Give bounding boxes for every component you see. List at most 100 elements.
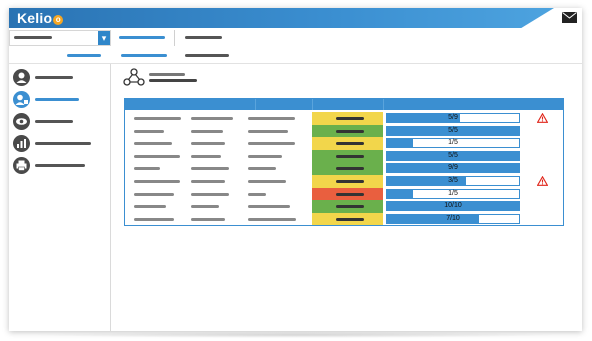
table-row[interactable]: 5/5 [125, 149, 563, 163]
table-row[interactable]: 9/9 [125, 162, 563, 175]
progress-bar: 1/5 [386, 138, 520, 149]
tab-primary[interactable] [185, 31, 230, 45]
status-badge [312, 137, 383, 150]
sidebar-item-team[interactable] [13, 69, 107, 87]
table-row[interactable]: 5/9 [125, 112, 563, 125]
tab-label [185, 36, 222, 39]
app-logo[interactable]: Kelio o [17, 10, 64, 26]
envelope-icon[interactable] [562, 12, 577, 23]
subtab[interactable] [185, 49, 230, 63]
table-cell [248, 167, 276, 171]
sidebar-item-label [35, 120, 73, 123]
warning-icon[interactable] [537, 176, 548, 186]
table-row[interactable]: 5/5 [125, 124, 563, 138]
status-label [336, 117, 364, 120]
table-cell [191, 205, 219, 209]
status-label [336, 180, 364, 183]
progress-label: 3/5 [448, 177, 458, 184]
sidebar-item-view[interactable] [13, 113, 107, 131]
status-badge [312, 175, 383, 188]
sidebar-item-label [35, 142, 91, 145]
table-cell [248, 217, 296, 221]
table-cell [134, 129, 164, 133]
table-cell [134, 167, 160, 171]
sidebar-item-reports[interactable] [13, 135, 107, 153]
progress-bar: 5/9 [386, 113, 520, 123]
table-cell [191, 142, 225, 146]
table-cell [134, 217, 174, 221]
status-label [336, 154, 364, 158]
status-badge [312, 187, 383, 201]
chevron-down-icon[interactable]: ▾ [98, 31, 110, 45]
subtab-label [121, 54, 167, 57]
context-select[interactable]: ▾ [9, 30, 111, 46]
progress-bar: 10/10 [386, 201, 520, 212]
sub-navigation-bar [9, 48, 582, 64]
progress-bar: 9/9 [386, 163, 520, 174]
select-value [14, 36, 52, 39]
subtab-selected[interactable] [121, 49, 171, 63]
status-label [336, 167, 364, 171]
subtab-label [185, 54, 229, 57]
chart-icon [13, 135, 30, 152]
table-row[interactable]: 3/5 [125, 175, 563, 188]
printer-icon [13, 157, 30, 174]
progress-bar: 3/5 [386, 176, 520, 186]
table-row[interactable]: 1/5 [125, 137, 563, 150]
table-cell [134, 154, 180, 158]
table-cell [191, 117, 233, 120]
progress-label: 1/5 [448, 189, 458, 197]
table-cell [248, 180, 286, 183]
sidebar-item-profile[interactable] [13, 91, 107, 109]
sidebar-item-label [35, 76, 73, 79]
status-badge [312, 112, 383, 125]
column-divider [383, 99, 384, 110]
table-cell [248, 192, 266, 196]
status-badge [312, 149, 383, 163]
subtab-label [67, 54, 101, 57]
table-cell [191, 154, 221, 158]
table-row[interactable]: 1/5 [125, 187, 563, 201]
main-content: 5/9 5/5 1/5 5/5 9/9 3/5 1/5 10/10 7/10 [111, 64, 582, 331]
progress-bar: 7/10 [386, 213, 520, 224]
progress-label: 5/9 [448, 114, 458, 121]
progress-label: 10/10 [444, 202, 462, 210]
table-row[interactable]: 10/10 [125, 200, 563, 213]
network-icon [123, 68, 145, 86]
table-row[interactable]: 7/10 [125, 212, 563, 226]
table-cell [134, 180, 180, 183]
user-badge-icon [13, 91, 30, 108]
progress-label: 9/9 [448, 164, 458, 172]
subtab-active[interactable] [67, 49, 107, 63]
brand-banner [9, 8, 554, 28]
table-cell [248, 117, 295, 120]
table-header [125, 99, 563, 110]
table-cell [134, 192, 174, 196]
table-cell [191, 180, 225, 183]
warning-icon[interactable] [537, 113, 548, 123]
user-group-icon [13, 69, 30, 86]
frame-shadow [30, 332, 560, 338]
table-cell [134, 205, 166, 209]
table-cell [248, 142, 295, 146]
sidebar-item-print[interactable] [13, 157, 107, 175]
status-badge [312, 200, 383, 213]
tab-primary-active[interactable] [119, 31, 169, 45]
table-cell [134, 117, 181, 120]
column-divider [312, 99, 313, 110]
tab-label [119, 36, 165, 39]
table-cell [191, 167, 229, 171]
sidebar-item-label [35, 164, 85, 167]
status-label [336, 217, 364, 221]
tab-divider [174, 30, 175, 46]
table-cell [248, 129, 288, 133]
logo-badge: o [53, 15, 64, 25]
column-divider [255, 99, 256, 110]
navigation-bar: ▾ [9, 28, 582, 49]
progress-label: 1/5 [448, 139, 458, 147]
progress-label: 5/5 [448, 151, 458, 159]
status-badge [312, 124, 383, 138]
sidebar [9, 64, 111, 331]
status-label [336, 129, 364, 133]
logo-text: Kelio [17, 10, 53, 26]
